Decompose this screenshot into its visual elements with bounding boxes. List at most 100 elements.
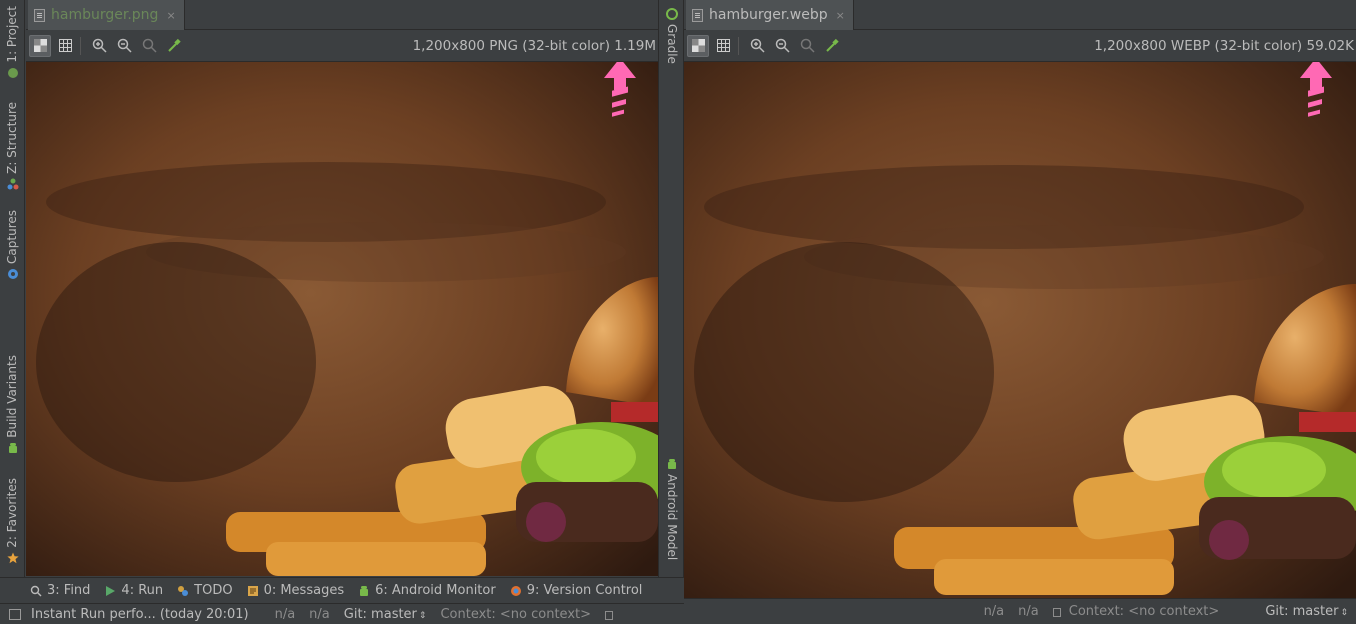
tool-version-control[interactable]: 9: Version Control bbox=[510, 583, 643, 598]
tool-label: 6: Android Monitor bbox=[375, 583, 496, 598]
toolbar-separator bbox=[80, 36, 81, 55]
chessboard-background-button[interactable] bbox=[687, 34, 709, 57]
image-canvas[interactable] bbox=[684, 62, 1356, 598]
chessboard-background-button[interactable] bbox=[29, 34, 51, 57]
toggle-tool-windows-icon[interactable] bbox=[9, 608, 21, 620]
caret-position: n/a bbox=[274, 606, 296, 622]
editor-tab-png[interactable]: hamburger.png × bbox=[28, 0, 185, 30]
zoom-in-icon bbox=[92, 38, 107, 53]
zoom-in-button[interactable] bbox=[746, 35, 768, 57]
status-bar-left: Instant Run perfo... (today 20:01) n/a n… bbox=[0, 603, 684, 624]
tab-title: hamburger.webp bbox=[709, 7, 828, 23]
tool-tab-label: Gradle bbox=[665, 24, 679, 64]
tool-run[interactable]: 4: Run bbox=[104, 583, 163, 598]
tool-label: 3: Find bbox=[47, 583, 91, 598]
tool-tab-label: Captures bbox=[5, 210, 19, 264]
messages-icon bbox=[247, 585, 258, 596]
actual-size-button[interactable] bbox=[138, 35, 160, 57]
image-canvas[interactable] bbox=[26, 62, 658, 576]
zoom-out-button[interactable] bbox=[771, 35, 793, 57]
android-icon bbox=[8, 442, 17, 453]
context-indicator[interactable]: Context: <no context> bbox=[1069, 604, 1220, 619]
chessboard-icon bbox=[691, 39, 705, 52]
image-toolbar: 1,200x800 PNG (32-bit color) 1.19M bbox=[26, 30, 658, 62]
editor-pane-png: hamburger.png × 1,200x800 PNG (32-bit co… bbox=[26, 0, 658, 576]
zoom-out-icon bbox=[775, 38, 790, 53]
grid-icon bbox=[58, 39, 72, 52]
tool-tab-label: 2: Favorites bbox=[5, 478, 19, 548]
tool-label: TODO bbox=[194, 583, 233, 598]
eyedropper-icon bbox=[167, 38, 181, 52]
bottom-tool-bar: 3: Find 4: Run TODO 0: Messages 6: Andro… bbox=[0, 577, 684, 603]
vcs-icon bbox=[510, 585, 521, 596]
middle-tool-strip: Gradle Android Model bbox=[658, 0, 684, 577]
zoom-in-button[interactable] bbox=[88, 35, 110, 57]
android-icon bbox=[667, 459, 676, 469]
editor-tabbar: hamburger.png × bbox=[26, 0, 658, 30]
close-icon[interactable]: × bbox=[166, 9, 175, 22]
image-toolbar: 1,200x800 WEBP (32-bit color) 59.02K bbox=[684, 30, 1356, 62]
captures-icon bbox=[7, 268, 18, 279]
actual-size-button[interactable] bbox=[796, 35, 818, 57]
tool-tab-label: Android Model bbox=[665, 474, 679, 561]
image-info: 1,200x800 WEBP (32-bit color) 59.02K bbox=[1094, 38, 1354, 54]
git-branch[interactable]: Git: master ⇕ bbox=[1265, 604, 1348, 619]
actual-size-icon bbox=[142, 38, 157, 53]
tool-tab-label: 1: Project bbox=[5, 6, 19, 63]
tool-messages[interactable]: 0: Messages bbox=[247, 583, 344, 598]
updown-icon: ⇕ bbox=[418, 610, 427, 621]
eyedropper-icon bbox=[825, 38, 839, 52]
lock-icon[interactable] bbox=[1052, 608, 1061, 617]
grid-button[interactable] bbox=[54, 35, 76, 57]
tool-android-monitor[interactable]: 6: Android Monitor bbox=[358, 583, 496, 598]
status-message[interactable]: Instant Run perfo... (today 20:01) bbox=[31, 607, 249, 622]
lock-icon[interactable] bbox=[605, 610, 614, 620]
tool-todo[interactable]: TODO bbox=[177, 583, 233, 598]
search-icon bbox=[30, 585, 42, 596]
context-indicator[interactable]: Context: <no context> bbox=[440, 607, 591, 622]
git-branch-label: Git: master bbox=[1265, 604, 1339, 619]
tool-tab-project[interactable]: 1: Project bbox=[0, 6, 25, 79]
android-icon bbox=[360, 585, 369, 596]
gradle-icon bbox=[665, 8, 678, 20]
tool-find[interactable]: 3: Find bbox=[30, 583, 90, 598]
toolbar-separator bbox=[738, 36, 739, 55]
tool-label: 9: Version Control bbox=[526, 583, 643, 598]
tab-title: hamburger.png bbox=[51, 7, 159, 23]
star-icon bbox=[6, 552, 19, 563]
image-info: 1,200x800 PNG (32-bit color) 1.19M bbox=[412, 38, 656, 54]
editor-pane-webp: hamburger.webp × 1,200x800 WEBP (32-bit … bbox=[684, 0, 1356, 598]
git-branch-label: Git: master bbox=[343, 606, 417, 622]
updown-icon: ⇕ bbox=[1340, 608, 1348, 618]
color-picker-button[interactable] bbox=[163, 35, 185, 57]
editor-tabbar: hamburger.webp × bbox=[684, 0, 1356, 30]
caret-position: n/a bbox=[983, 604, 1005, 619]
line-separator: n/a bbox=[1018, 604, 1039, 619]
left-tool-strip: 1: Project Z: Structure Captures Build V… bbox=[0, 0, 25, 577]
tool-tab-gradle[interactable]: Gradle bbox=[659, 8, 684, 64]
tool-tab-build-variants[interactable]: Build Variants bbox=[0, 355, 25, 454]
tool-tab-label: Build Variants bbox=[5, 355, 19, 438]
zoom-out-icon bbox=[117, 38, 132, 53]
line-separator: n/a bbox=[309, 606, 330, 622]
run-icon bbox=[106, 585, 116, 596]
structure-icon bbox=[7, 178, 18, 190]
status-bar-right: n/a n/a Context: <no context> Git: maste… bbox=[684, 598, 1356, 624]
actual-size-icon bbox=[800, 38, 815, 53]
hamburger-image bbox=[26, 62, 658, 576]
color-picker-button[interactable] bbox=[821, 35, 843, 57]
tool-tab-favorites[interactable]: 2: Favorites bbox=[0, 478, 25, 564]
tool-tab-captures[interactable]: Captures bbox=[0, 210, 25, 280]
git-branch[interactable]: Git: master ⇕ bbox=[344, 607, 427, 622]
chessboard-icon bbox=[33, 39, 47, 52]
tool-tab-structure[interactable]: Z: Structure bbox=[0, 102, 25, 190]
zoom-out-button[interactable] bbox=[113, 35, 135, 57]
tool-tab-android-model[interactable]: Android Model bbox=[659, 458, 684, 560]
grid-button[interactable] bbox=[712, 35, 734, 57]
zoom-in-icon bbox=[750, 38, 765, 53]
editor-tab-webp[interactable]: hamburger.webp × bbox=[686, 0, 854, 30]
close-icon[interactable]: × bbox=[836, 9, 845, 22]
tool-tab-label: Z: Structure bbox=[5, 102, 19, 174]
grid-icon bbox=[716, 39, 730, 52]
image-file-icon bbox=[34, 8, 45, 22]
